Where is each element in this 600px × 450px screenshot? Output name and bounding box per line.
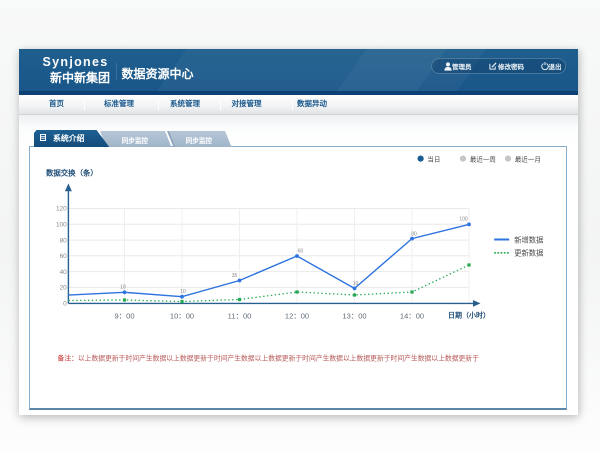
svg-text:10: 10 xyxy=(180,289,186,295)
svg-text:备注：以上数据更新于时间产生数据以上数据更新于时间产生数据以: 备注：以上数据更新于时间产生数据以上数据更新于时间产生数据以上数据更新于时间产生… xyxy=(58,354,480,363)
svg-text:60: 60 xyxy=(60,253,68,260)
svg-text:日期（小时）: 日期（小时） xyxy=(448,311,490,320)
svg-text:数据交换（条）: 数据交换（条） xyxy=(46,168,98,177)
svg-text:新增数据: 新增数据 xyxy=(514,235,543,244)
svg-text:100: 100 xyxy=(459,217,468,223)
svg-text:20: 20 xyxy=(60,285,68,292)
svg-text:10：00: 10：00 xyxy=(170,312,194,321)
svg-text:40: 40 xyxy=(60,269,68,276)
svg-text:12：00: 12：00 xyxy=(285,312,309,321)
svg-text:18: 18 xyxy=(120,285,126,291)
svg-text:120: 120 xyxy=(56,206,67,213)
svg-text:最近一月: 最近一月 xyxy=(515,155,541,164)
svg-text:13：00: 13：00 xyxy=(342,312,366,321)
svg-text:更新数据: 更新数据 xyxy=(514,249,543,258)
svg-text:80: 80 xyxy=(411,231,417,237)
svg-text:100: 100 xyxy=(56,222,67,229)
svg-text:最近一周: 最近一周 xyxy=(470,155,496,164)
svg-text:35: 35 xyxy=(232,273,238,279)
svg-text:10: 10 xyxy=(353,281,359,287)
svg-text:11：00: 11：00 xyxy=(228,312,252,321)
svg-text:14：00: 14：00 xyxy=(400,312,424,321)
svg-text:60: 60 xyxy=(298,249,304,255)
svg-text:9：00: 9：00 xyxy=(114,312,134,321)
svg-text:0: 0 xyxy=(63,300,67,307)
svg-text:80: 80 xyxy=(60,237,68,244)
svg-text:当日: 当日 xyxy=(427,155,440,164)
